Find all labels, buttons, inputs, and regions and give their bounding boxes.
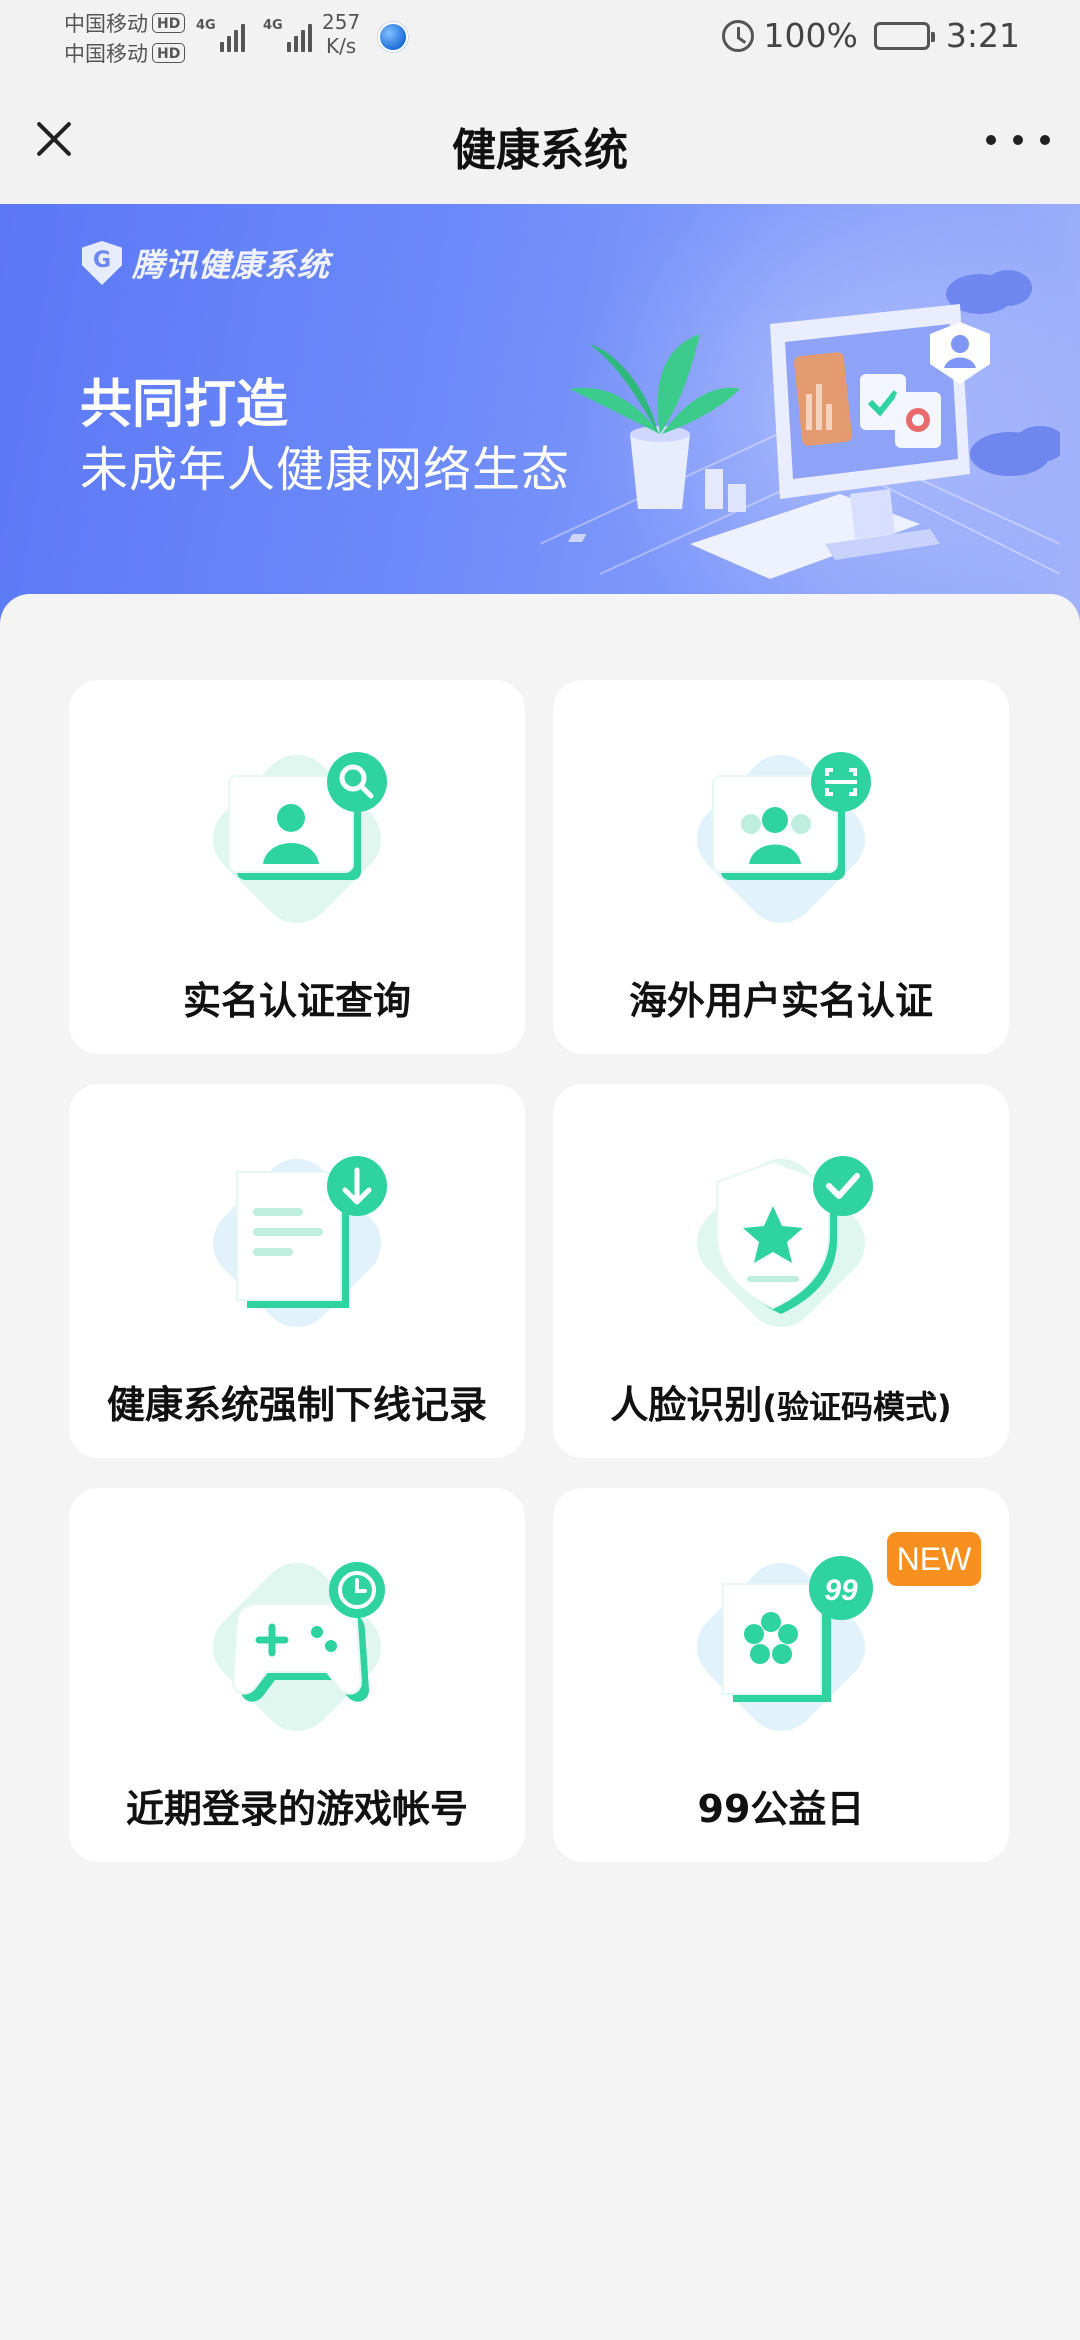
more-options-icon[interactable] bbox=[986, 120, 1050, 160]
service-grid: 实名认证查询 海外用户实名认证 健康系统强制下线记录 人脸识别(验证码模式) 近… bbox=[69, 680, 1009, 1862]
card-label: 实名认证查询 bbox=[182, 979, 411, 1023]
card-label-main: 人脸识别 bbox=[610, 1383, 763, 1427]
card-forced-offline-records[interactable]: 健康系统强制下线记录 bbox=[69, 1084, 525, 1458]
card-label: 健康系统强制下线记录 bbox=[106, 1383, 487, 1427]
card-label: 海外用户实名认证 bbox=[628, 979, 933, 1023]
signal-strength-icon: 4G bbox=[196, 18, 245, 52]
banner-logo-text: 腾讯健康系统 bbox=[132, 246, 331, 284]
tencent-shield-logo-icon bbox=[82, 241, 122, 285]
new-badge: NEW bbox=[887, 1532, 981, 1586]
card-overseas-real-name[interactable]: 海外用户实名认证 bbox=[553, 680, 1009, 1054]
banner-headline: 共同打造 bbox=[80, 375, 289, 435]
battery-icon bbox=[873, 21, 935, 50]
id-search-icon bbox=[212, 752, 387, 924]
card-recent-game-accounts[interactable]: 近期登录的游戏帐号 bbox=[69, 1488, 525, 1862]
banner-logo: 腾讯健康系统 bbox=[82, 240, 330, 286]
card-real-name-query[interactable]: 实名认证查询 bbox=[69, 680, 525, 1054]
network-speed: 257 K/s bbox=[322, 10, 360, 58]
browser-globe-icon bbox=[378, 22, 408, 52]
battery-percent: 100% bbox=[763, 16, 858, 55]
nav-bar: 健康系统 bbox=[0, 76, 1080, 204]
clock-time: 3:21 bbox=[945, 16, 1020, 55]
shield-check-icon bbox=[696, 1156, 873, 1328]
hero-banner: 腾讯健康系统 共同打造 未成年人健康网络生态 bbox=[0, 204, 1080, 624]
signal-strength-icon: 4G bbox=[263, 18, 312, 52]
document-download-icon bbox=[212, 1156, 387, 1328]
network-speed-unit: K/s bbox=[325, 34, 357, 58]
page-title: 健康系统 bbox=[452, 125, 628, 176]
carrier-name-2: 中国移动 bbox=[64, 42, 148, 66]
charity-99-text: 99 bbox=[824, 1574, 858, 1607]
card-label: 人脸识别(验证码模式) bbox=[553, 1374, 1009, 1429]
alarm-icon bbox=[721, 19, 754, 52]
network-type-label: 4G bbox=[263, 18, 283, 33]
card-face-recognition[interactable]: 人脸识别(验证码模式) bbox=[553, 1084, 1009, 1458]
carrier-name-1: 中国移动 bbox=[64, 12, 148, 36]
computer-illustration-icon bbox=[540, 270, 1060, 579]
card-99-charity-day[interactable]: 99 NEW 99公益日 bbox=[553, 1488, 1009, 1862]
carrier-block: 中国移动 HD 中国移动 HD bbox=[64, 8, 186, 68]
status-right: 100% 3:21 bbox=[721, 16, 1020, 55]
network-speed-value: 257 bbox=[322, 10, 361, 34]
charity-99-icon: 99 bbox=[696, 1556, 873, 1732]
card-label: 近期登录的游戏帐号 bbox=[125, 1787, 468, 1831]
group-scan-icon bbox=[696, 752, 871, 924]
card-label: 99公益日 bbox=[697, 1787, 865, 1831]
network-type-label: 4G bbox=[196, 18, 216, 33]
banner-subline: 未成年人健康网络生态 bbox=[80, 442, 571, 498]
card-label-paren: (验证码模式) bbox=[762, 1388, 952, 1426]
hd-badge-1: HD bbox=[152, 13, 186, 33]
content-sheet: 实名认证查询 海外用户实名认证 健康系统强制下线记录 人脸识别(验证码模式) 近… bbox=[0, 594, 1080, 2340]
status-bar: 中国移动 HD 中国移动 HD 4G 4G 257 K/s 100% 3:21 bbox=[0, 0, 1080, 76]
hd-badge-2: HD bbox=[152, 43, 186, 63]
gamepad-clock-icon bbox=[212, 1562, 385, 1732]
signal-indicators: 4G 4G bbox=[196, 18, 312, 52]
